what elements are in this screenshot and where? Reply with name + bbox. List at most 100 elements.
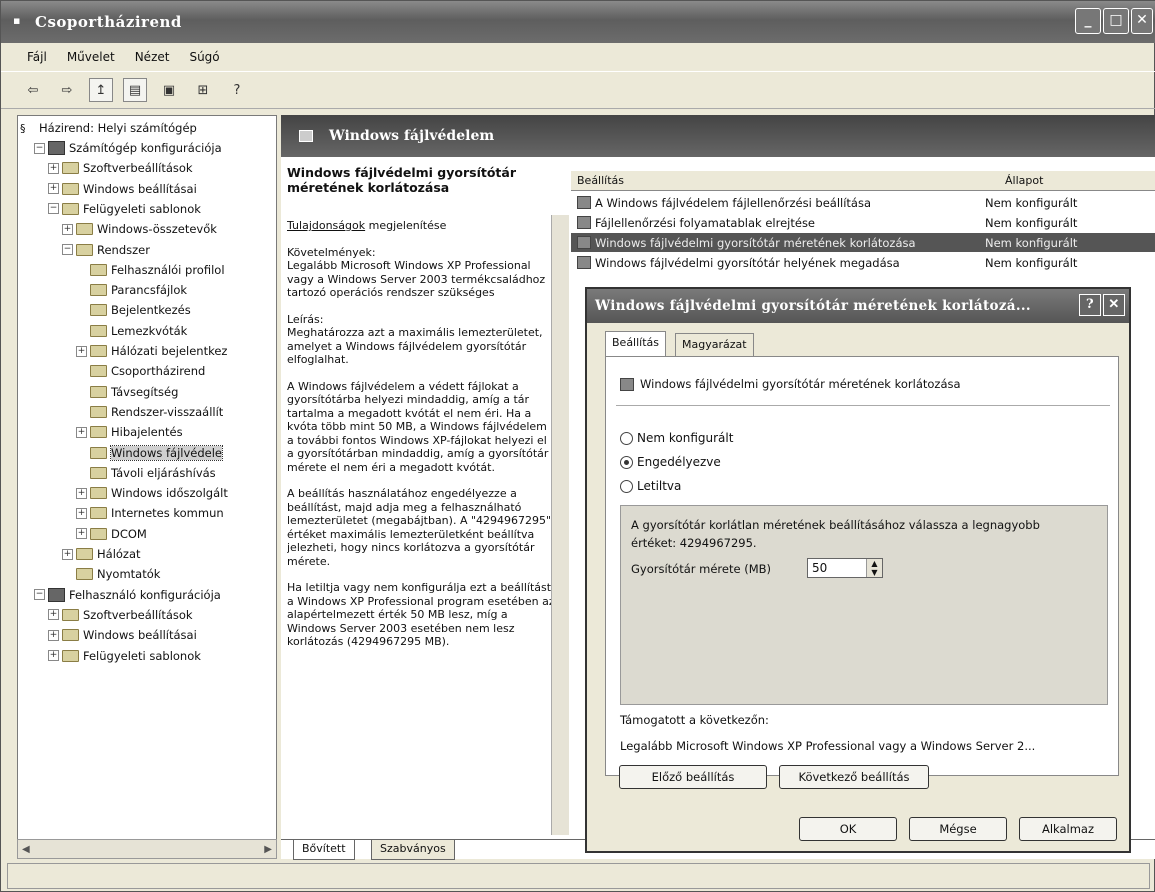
tree-item[interactable]: + DCOM <box>76 524 147 544</box>
help-icon[interactable]: ? <box>225 78 249 102</box>
tree-item[interactable]: − Rendszer <box>62 240 150 260</box>
list-item[interactable]: Fájlellenőrzési folyamatablak elrejtése N… <box>571 213 1155 232</box>
column-state[interactable]: Állapot <box>1005 174 1043 187</box>
tree-item[interactable]: + Internetes kommun <box>76 503 224 523</box>
tab-explain[interactable]: Magyarázat <box>675 333 754 357</box>
tree-item[interactable]: + Hibajelentés <box>76 422 183 442</box>
tree-item[interactable]: + Windows-összetevők <box>62 219 217 239</box>
maximize-button[interactable]: □ <box>1103 8 1129 34</box>
column-setting[interactable]: Beállítás <box>577 174 624 187</box>
tree-item[interactable]: Felhasználói profilol <box>76 260 225 280</box>
collapse-icon[interactable]: − <box>34 589 45 601</box>
tree-item[interactable]: + Szoftverbeállítások <box>48 158 193 178</box>
menu-action[interactable]: Művelet <box>67 50 115 64</box>
minimize-button[interactable]: _ <box>1075 8 1101 34</box>
tab-extended[interactable]: Bővített <box>293 840 355 860</box>
expand-icon[interactable]: + <box>76 487 87 499</box>
expand-icon[interactable]: + <box>48 650 59 661</box>
tree-item[interactable]: + Szoftverbeállítások <box>48 605 193 625</box>
expand-icon[interactable]: + <box>76 528 87 540</box>
ok-button[interactable]: OK <box>799 817 897 841</box>
list-item-state: Nem konfigurált <box>985 215 1078 230</box>
tree-item[interactable]: + Windows időszolgált <box>76 483 228 503</box>
tree-item[interactable]: + Felügyeleti sablonok <box>48 646 201 666</box>
apply-button[interactable]: Alkalmaz <box>1019 817 1117 841</box>
tree-item[interactable]: Parancsfájlok <box>76 280 187 300</box>
tree-horizontal-scrollbar[interactable]: ◀ ▶ <box>17 839 277 859</box>
folder-icon <box>62 202 79 215</box>
expand-icon[interactable]: + <box>62 548 73 560</box>
collapse-icon[interactable]: − <box>48 203 59 215</box>
divider <box>616 405 1110 406</box>
expand-icon[interactable]: + <box>48 162 59 174</box>
tree-item[interactable]: + Hálózat <box>62 544 141 564</box>
radio-not-configured[interactable]: Nem konfigurált <box>620 431 733 445</box>
radio-circle[interactable] <box>620 455 633 469</box>
tree-item[interactable]: + Hálózati bejelentkez <box>76 341 227 361</box>
tree-item[interactable]: Nyomtatók <box>62 564 160 584</box>
tree-item-label: Számítógép konfigurációja <box>69 141 222 155</box>
expand-icon[interactable]: + <box>76 426 87 438</box>
list-item[interactable]: Windows fájlvédelmi gyorsítótár méreténe… <box>571 233 1155 252</box>
scroll-left-icon[interactable]: ◀ <box>22 844 30 855</box>
tree-item[interactable]: Windows fájlvédele <box>76 443 224 463</box>
tree-item-label: Bejelentkezés <box>111 303 191 318</box>
up-folder-icon[interactable]: ↥ <box>89 78 113 102</box>
tree-root[interactable]: § Házirend: Helyi számítógép <box>20 118 197 138</box>
back-arrow-icon[interactable]: ⇦ <box>21 78 45 102</box>
tree-item[interactable]: − Számítógép konfigurációja <box>34 138 222 158</box>
tree-item[interactable]: Távoli eljáráshívás <box>76 463 216 483</box>
spin-arrows-icon[interactable]: ▲ ▼ <box>866 559 882 577</box>
help-button[interactable]: ? <box>1079 294 1101 316</box>
list-item[interactable]: Windows fájlvédelmi gyorsítótár helyének… <box>571 253 1155 272</box>
tree-item-label: Windows időszolgált <box>111 486 228 501</box>
tree-item[interactable]: − Felügyeleti sablonok <box>48 199 201 219</box>
tree-item[interactable]: Rendszer-visszaállít <box>76 402 223 422</box>
expand-icon[interactable]: + <box>62 223 73 235</box>
tree-item[interactable]: + Windows beállításai <box>48 625 197 645</box>
radio-circle[interactable] <box>620 431 633 445</box>
cancel-button[interactable]: Mégse <box>909 817 1007 841</box>
list-item[interactable]: A Windows fájlvédelem fájlellenőrzési be… <box>571 193 1155 212</box>
properties-link[interactable]: Tulajdonságok <box>287 219 365 232</box>
collapse-icon[interactable]: − <box>62 244 73 255</box>
expand-icon[interactable]: + <box>48 609 59 621</box>
expand-icon[interactable]: + <box>76 345 87 357</box>
forward-arrow-icon[interactable]: ⇨ <box>55 78 79 102</box>
tab-standard[interactable]: Szabványos <box>371 840 455 860</box>
tree-item[interactable]: Távsegítség <box>76 382 178 402</box>
list-item-state: Nem konfigurált <box>985 235 1078 250</box>
tree-item-label: Hálózati bejelentkez <box>111 344 228 358</box>
menu-view[interactable]: Nézet <box>135 50 170 64</box>
show-tree-icon[interactable]: ▤ <box>123 78 147 102</box>
properties-icon[interactable]: ▣ <box>157 78 181 102</box>
radio-circle[interactable] <box>620 479 633 493</box>
tab-setting[interactable]: Beállítás <box>605 331 667 357</box>
next-setting-button[interactable]: Következő beállítás <box>779 765 929 789</box>
cache-size-value[interactable]: 50 <box>812 561 827 575</box>
expand-icon[interactable]: + <box>48 629 59 641</box>
setting-icon <box>577 236 591 249</box>
expand-icon[interactable]: + <box>76 507 87 519</box>
tree-item[interactable]: Csoportházirend <box>76 361 205 381</box>
collapse-icon[interactable]: − <box>34 142 45 154</box>
tree-item[interactable]: − Felhasználó konfigurációja <box>34 585 221 605</box>
menu-help[interactable]: Súgó <box>189 50 219 64</box>
expand-icon[interactable]: + <box>48 183 59 195</box>
menu-file[interactable]: Fájl <box>27 50 47 64</box>
previous-setting-button[interactable]: Előző beállítás <box>619 765 767 789</box>
radio-disabled[interactable]: Letiltva <box>620 479 681 493</box>
description-scrollbar[interactable] <box>551 215 569 835</box>
folder-icon <box>90 487 107 500</box>
export-list-icon[interactable]: ⊞ <box>191 78 215 102</box>
radio-enabled[interactable]: Engedélyezve <box>620 455 721 469</box>
close-button[interactable]: ✕ <box>1131 8 1153 34</box>
tree-item-label: Felhasználó konfigurációja <box>69 587 221 602</box>
cache-size-stepper[interactable]: 50 ▲ ▼ <box>807 558 883 578</box>
tree-item[interactable]: Bejelentkezés <box>76 300 191 320</box>
scroll-right-icon[interactable]: ▶ <box>264 844 272 855</box>
tree-item[interactable]: Lemezkvóták <box>76 321 187 341</box>
tree-item[interactable]: + Windows beállításai <box>48 179 197 199</box>
close-icon[interactable]: ✕ <box>1103 294 1125 316</box>
list-header: Beállítás Állapot <box>571 171 1155 191</box>
